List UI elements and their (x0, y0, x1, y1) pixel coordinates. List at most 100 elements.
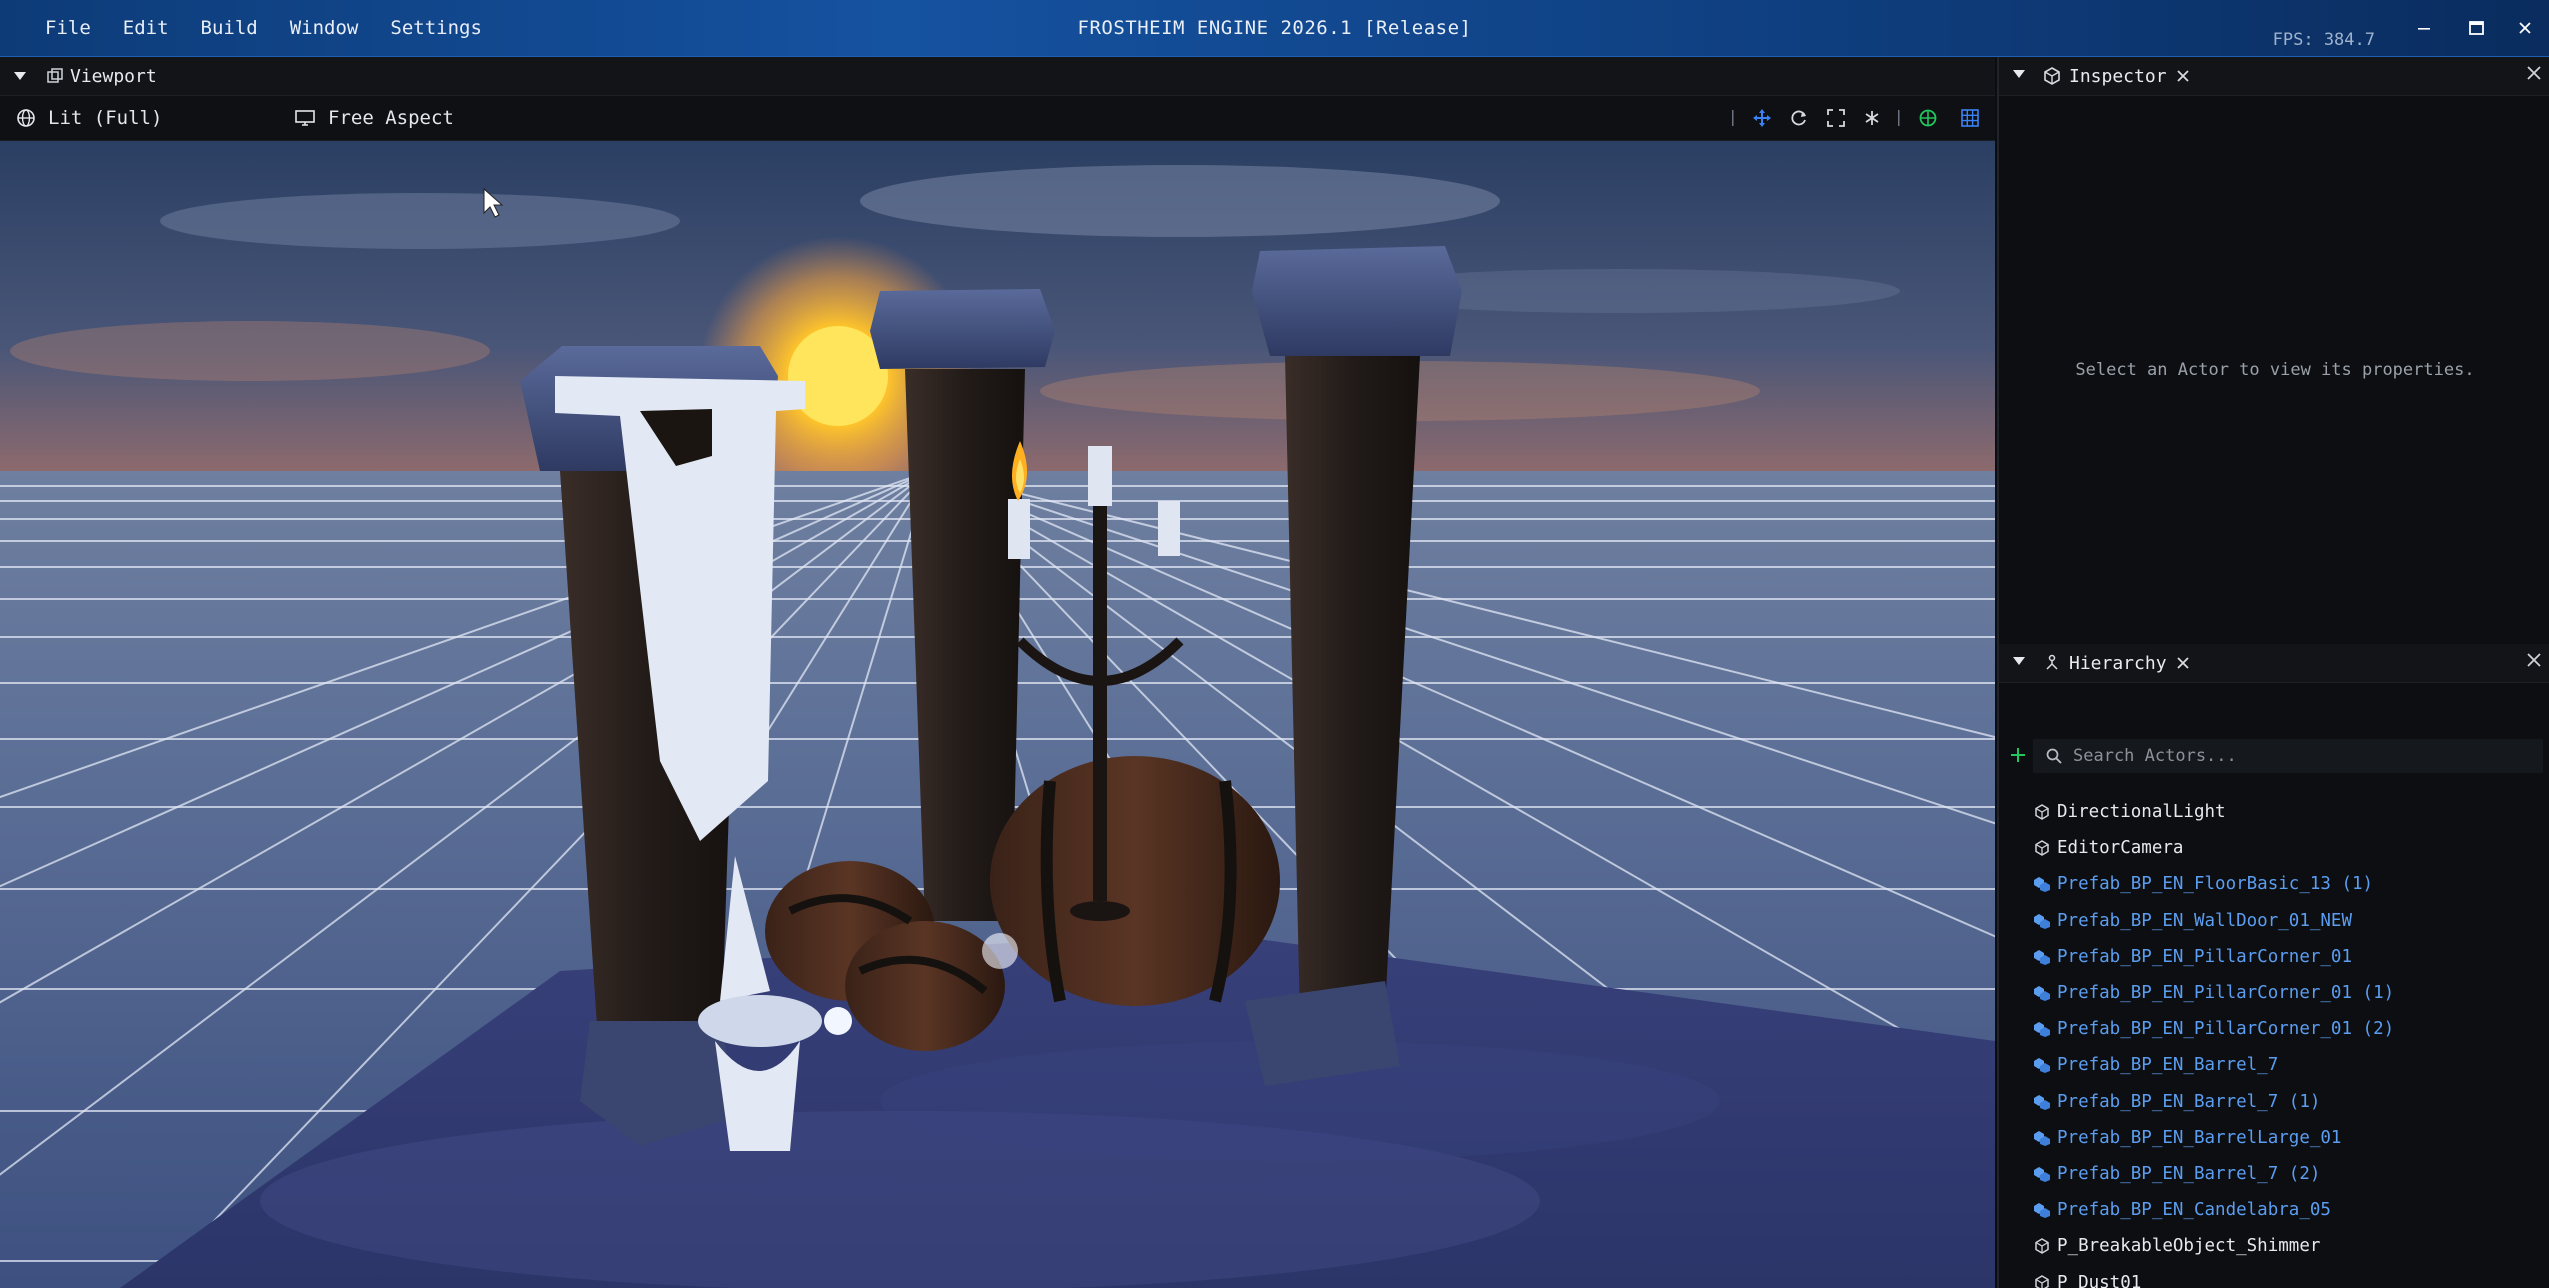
aspect-dropdown[interactable]: Free Aspect (294, 96, 454, 140)
viewport-collapse-toggle[interactable] (12, 57, 28, 95)
close-icon (2527, 66, 2541, 80)
tab-viewport-label: Viewport (70, 65, 157, 87)
actor-icon (2033, 1274, 2051, 1288)
rotate-icon (1791, 110, 1806, 126)
inspector-panel-close-button[interactable] (2525, 63, 2543, 88)
hierarchy-search-row (1999, 731, 2549, 781)
list-item[interactable]: Prefab_BP_EN_Candelabra_05 (1999, 1192, 2549, 1228)
scale-tool-button[interactable] (1824, 106, 1848, 130)
actor-icon (2033, 839, 2051, 857)
list-item-label: Prefab_BP_EN_PillarCorner_01 (2) (2057, 1019, 2395, 1040)
hierarchy-list: DirectionalLight EditorCamera Prefab_BP_EN… (1999, 794, 2549, 1288)
triangle-down-icon (2013, 70, 2025, 78)
list-item-label: Prefab_BP_EN_PillarCorner_01 (2057, 946, 2353, 967)
list-item[interactable]: Prefab_BP_EN_PillarCorner_01 (1) (1999, 975, 2549, 1011)
viewport-icon (47, 68, 63, 83)
viewport-toolbar: Lit (Full) Free Aspect (0, 96, 1995, 141)
list-item-label: Prefab_BP_EN_Barrel_7 (2) (2057, 1163, 2321, 1184)
world-globe-icon (1919, 109, 1937, 127)
hierarchy-header: Hierarchy (1999, 644, 2549, 683)
list-item[interactable]: EditorCamera (1999, 830, 2549, 866)
prefab-icon (2033, 1129, 2051, 1147)
list-item-label: P_BreakableObject_Shimmer (2057, 1236, 2321, 1257)
tab-inspector[interactable]: Inspector (2043, 57, 2191, 95)
asterisk-icon (1865, 111, 1879, 125)
maximize-icon (2469, 21, 2484, 35)
hierarchy-panel-close-button[interactable] (2525, 650, 2543, 675)
shading-mode-dropdown[interactable]: Lit (Full) (16, 96, 162, 140)
world-space-toggle[interactable] (1916, 106, 1940, 130)
list-item[interactable]: P_Dust01 (1999, 1264, 2549, 1288)
minimize-button[interactable] (2395, 0, 2453, 56)
globe-icon (17, 109, 35, 127)
list-item-label: EditorCamera (2057, 838, 2184, 859)
move-tool-button[interactable] (1750, 106, 1774, 130)
shading-mode-label: Lit (Full) (48, 107, 163, 129)
separator-icon (1732, 110, 1734, 126)
close-window-button[interactable] (2496, 0, 2549, 56)
actor-icon (2033, 803, 2051, 821)
toolbar-separator (1721, 106, 1745, 130)
list-item-label: Prefab_BP_EN_FloorBasic_13 (1) (2057, 874, 2374, 895)
add-actor-button[interactable] (2009, 746, 2027, 768)
inspector-collapse-toggle[interactable] (2011, 66, 2027, 86)
prefab-icon (2033, 912, 2051, 930)
search-icon (2045, 747, 2063, 769)
aspect-label: Free Aspect (328, 107, 454, 129)
grid-toggle[interactable] (1958, 106, 1982, 130)
prefab-icon (2033, 875, 2051, 893)
list-item[interactable]: Prefab_BP_EN_FloorBasic_13 (1) (1999, 866, 2549, 902)
hierarchy-icon (2046, 654, 2058, 670)
monitor-icon (295, 110, 315, 126)
list-item-label: Prefab_BP_EN_Barrel_7 (2057, 1055, 2279, 1076)
prefab-icon (2033, 1201, 2051, 1219)
prefab-icon (2033, 1020, 2051, 1038)
list-item-label: DirectionalLight (2057, 802, 2226, 823)
search-input[interactable] (2033, 739, 2543, 773)
scene-viewport[interactable] (0, 141, 1995, 1288)
list-item[interactable]: Prefab_BP_EN_PillarCorner_01 (2) (1999, 1011, 2549, 1047)
prefab-icon (2033, 1093, 2051, 1111)
minimize-icon (2418, 28, 2430, 30)
tab-inspector-label: Inspector (2069, 65, 2167, 87)
list-item[interactable]: Prefab_BP_EN_Barrel_7 (2) (1999, 1156, 2549, 1192)
prefab-icon (2033, 1056, 2051, 1074)
list-item-label: P_Dust01 (2057, 1272, 2142, 1288)
triangle-down-icon (2013, 657, 2025, 665)
plus-icon (2011, 748, 2025, 762)
list-item[interactable]: Prefab_BP_EN_PillarCorner_01 (1999, 939, 2549, 975)
scene-render (0, 141, 1995, 1288)
close-tab-icon[interactable] (2175, 68, 2191, 84)
grid-icon (1961, 109, 1979, 127)
list-item[interactable]: P_BreakableObject_Shimmer (1999, 1228, 2549, 1264)
list-item[interactable]: Prefab_BP_EN_BarrelLarge_01 (1999, 1120, 2549, 1156)
move-icon (1753, 109, 1771, 127)
cube-icon (2044, 67, 2060, 85)
inspector-header: Inspector (1999, 57, 2549, 96)
prefab-icon (2033, 984, 2051, 1002)
list-item[interactable]: Prefab_BP_EN_Barrel_7 (1999, 1047, 2549, 1083)
list-item[interactable]: DirectionalLight (1999, 794, 2549, 830)
snap-tool-button[interactable] (1860, 106, 1884, 130)
scale-icon (1827, 109, 1845, 127)
list-item-label: Prefab_BP_EN_WallDoor_01_NEW (2057, 910, 2353, 931)
triangle-down-icon (14, 72, 26, 80)
list-item[interactable]: Prefab_BP_EN_Barrel_7 (1) (1999, 1084, 2549, 1120)
list-item-label: Prefab_BP_EN_Candelabra_05 (2057, 1200, 2331, 1221)
title-bar: File Edit Build Window Settings FROSTHEIM EN… (0, 0, 2549, 57)
separator-icon (1898, 110, 1900, 126)
fps-counter: FPS: 384.7 (2272, 30, 2375, 50)
tab-viewport[interactable]: Viewport (46, 57, 157, 95)
viewport-tab-bar: Viewport (0, 57, 1995, 96)
list-item[interactable]: Prefab_BP_EN_WallDoor_01_NEW (1999, 903, 2549, 939)
tab-hierarchy[interactable]: Hierarchy (2043, 644, 2191, 682)
close-tab-icon[interactable] (2175, 655, 2191, 671)
hierarchy-collapse-toggle[interactable] (2011, 653, 2027, 673)
close-icon (2527, 653, 2541, 667)
list-item-label: Prefab_BP_EN_BarrelLarge_01 (2057, 1127, 2342, 1148)
list-item-label: Prefab_BP_EN_Barrel_7 (1) (2057, 1091, 2321, 1112)
rotate-tool-button[interactable] (1787, 106, 1811, 130)
toolbar-separator-2 (1887, 106, 1911, 130)
inspector-empty-message: Select an Actor to view its properties. (2075, 360, 2475, 380)
prefab-icon (2033, 1165, 2051, 1183)
